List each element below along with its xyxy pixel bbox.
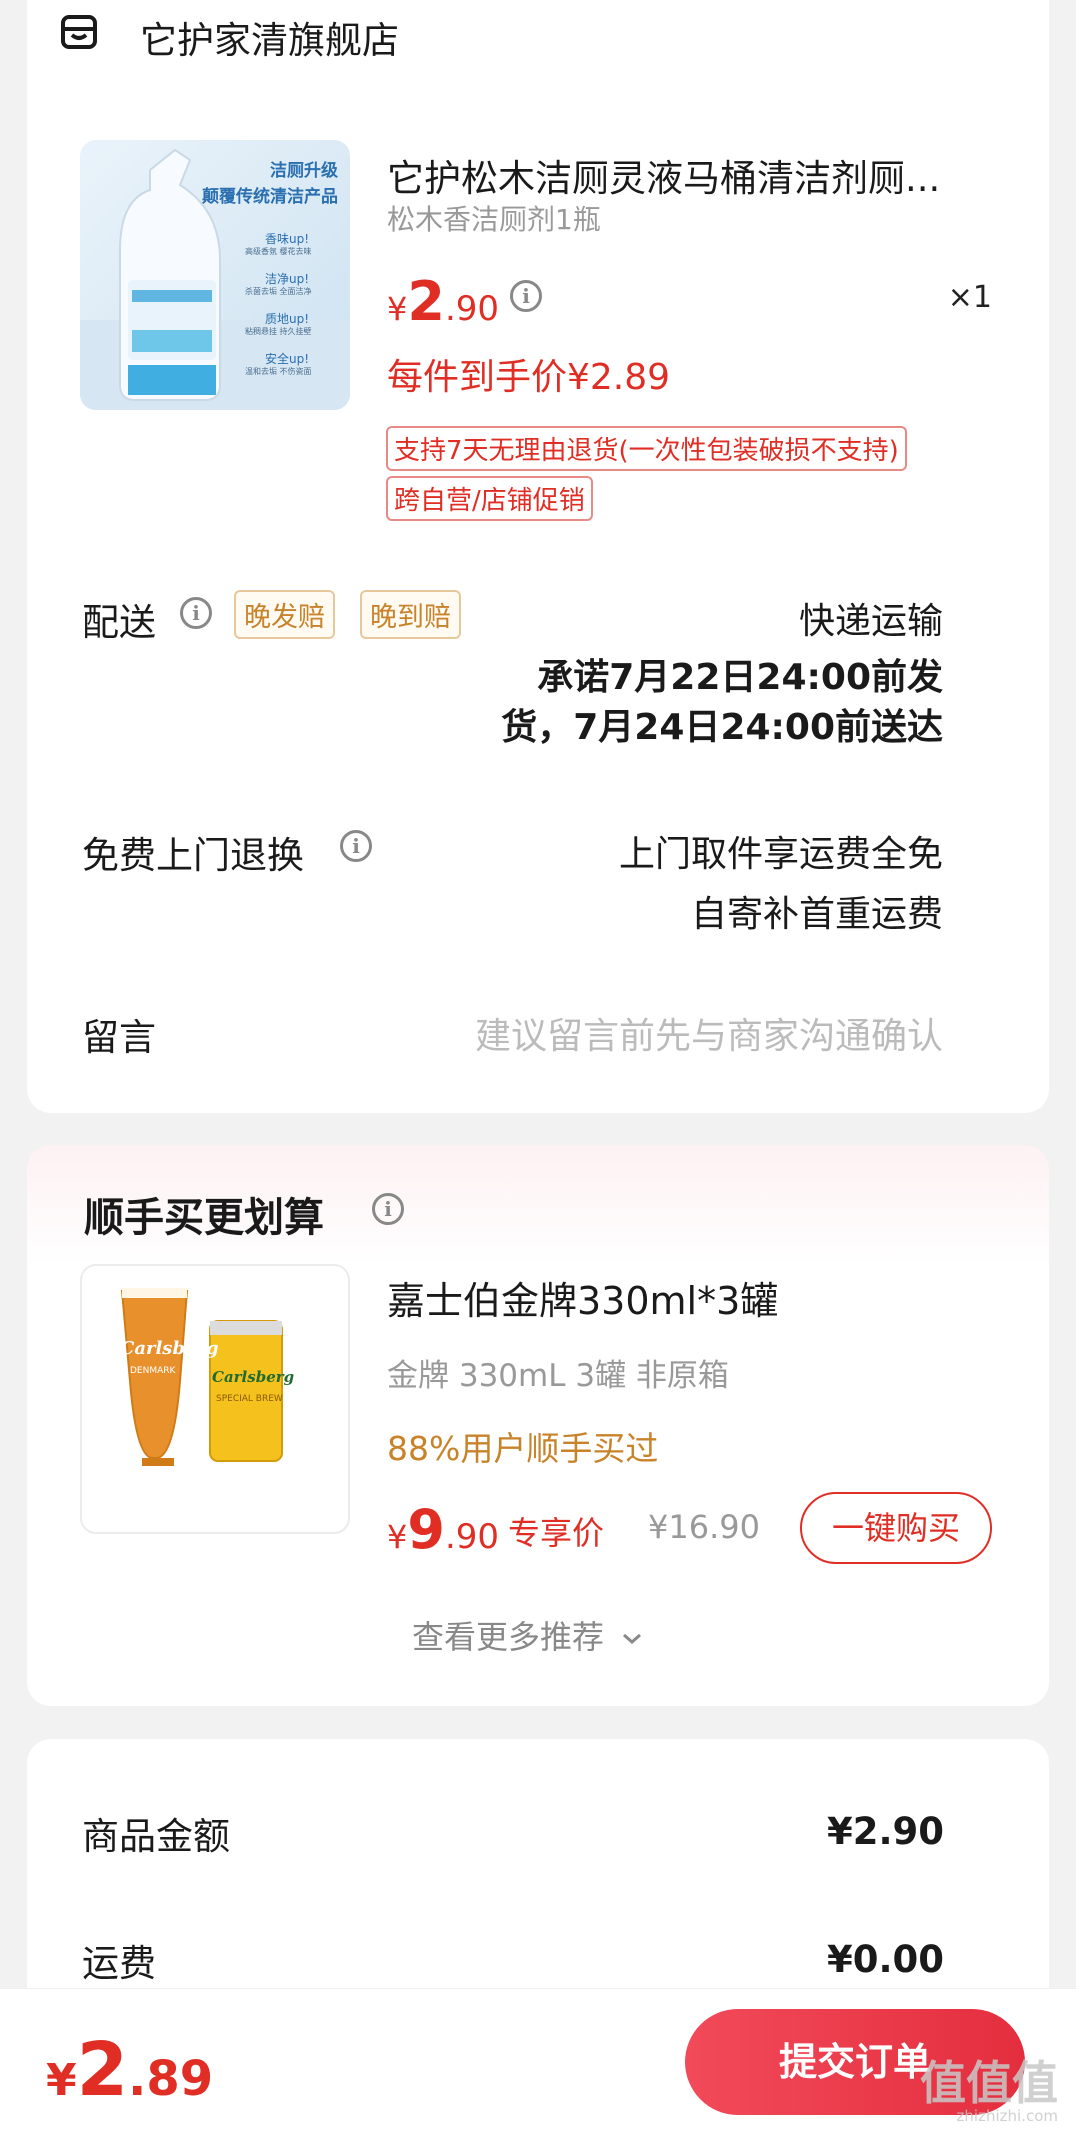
upsell-social-proof: 88%用户顺手买过 [387, 1429, 659, 1468]
upsell-price-currency: ¥ [387, 1518, 408, 1556]
upsell-spec[interactable]: 金牌 330mL 3罐 非原箱 [387, 1350, 729, 1395]
late-shipping-compensation-badge: 晚发赔 [234, 590, 335, 639]
thumb-badge-3: 质地up! [265, 312, 310, 326]
final-price: 每件到手价¥2.89 [387, 357, 671, 398]
message-input[interactable]: 建议留言前先与商家沟通确认 [475, 1007, 943, 1059]
message-label: 留言 [82, 1016, 156, 1059]
shipping-fee-label: 运费 [82, 1942, 156, 1985]
watermark-url: zhizhizhi.com [956, 2107, 1058, 2125]
thumb-badge-1: 香味up! [265, 232, 310, 246]
more-recommendations-label: 查看更多推荐 [412, 1618, 605, 1656]
upsell-title[interactable]: 嘉士伯金牌330ml*3罐 [387, 1270, 778, 1325]
more-recommendations-link[interactable]: 查看更多推荐 [412, 1612, 644, 1658]
delivery-method[interactable]: 快递运输 [799, 592, 943, 644]
thumb-headline2: 颠覆传统清洁产品 [202, 187, 338, 207]
upsell-thumbnail[interactable]: Carlsberg DENMARK Carlsberg SPECIAL BREW [80, 1264, 350, 1534]
price-currency: ¥ [387, 290, 408, 328]
beer-can-brand: Carlsberg [212, 1368, 295, 1386]
delivery-promise-line2: 货，7月24日24:00前送达 [501, 707, 943, 748]
upsell-price-integer: 9 [407, 1498, 445, 1561]
return-policy-tag: 支持7天无理由退货(一次性包装破损不支持) [386, 426, 907, 471]
upsell-price-decimal: .90 [444, 1517, 500, 1557]
watermark: 值值值 [920, 2056, 1058, 2110]
thumb-caption-1: 高级香氛 樱花去味 [245, 247, 312, 256]
total-price: ¥2.89 [46, 2027, 213, 2113]
store-icon [61, 15, 97, 49]
free-return-line2: 自寄补首重运费 [690, 894, 943, 935]
free-return-label: 免费上门退换 [82, 834, 304, 877]
price-decimal: .90 [444, 289, 500, 329]
exclusive-price-label: 专享价 [508, 1514, 605, 1552]
total-currency: ¥ [46, 2055, 77, 2106]
beer-can-text: SPECIAL BREW [216, 1394, 283, 1404]
shipping-fee-value: ¥0.00 [826, 1938, 944, 1981]
quantity: ×1 [947, 280, 992, 315]
free-return-info-icon[interactable]: i [340, 830, 372, 862]
delivery-label: 配送 [82, 601, 156, 644]
product-title[interactable]: 它护松木洁厕灵液马桶清洁剂厕... [387, 148, 987, 202]
late-arrival-compensation-badge: 晚到赔 [360, 590, 461, 639]
thumb-badge-2: 洁净up! [265, 272, 310, 286]
store-name[interactable]: 它护家清旗舰店 [140, 10, 399, 64]
thumb-caption-3: 粘稠悬挂 持久挂壁 [245, 327, 312, 336]
items-amount-value: ¥2.90 [826, 1810, 944, 1853]
price-info-icon[interactable]: i [510, 280, 542, 312]
upsell-price: ¥9.90 [387, 1498, 499, 1561]
thumb-headline1: 洁厕升级 [270, 161, 338, 181]
thumb-badge-4: 安全up! [265, 352, 310, 366]
items-amount-label: 商品金额 [82, 1815, 230, 1858]
total-decimal: .89 [128, 2051, 214, 2107]
upsell-section-title: 顺手买更划算 [84, 1195, 324, 1241]
thumb-caption-4: 温和去垢 不伤瓷面 [245, 367, 312, 376]
upsell-info-icon[interactable]: i [372, 1193, 404, 1225]
product-price: ¥2.90 [387, 270, 499, 333]
delivery-promise-line1: 承诺7月22日24:00前发 [537, 657, 943, 698]
original-price: ¥16.90 [648, 1508, 760, 1546]
total-integer: 2 [76, 2027, 129, 2113]
beer-image [120, 1288, 283, 1466]
delivery-info-icon[interactable]: i [180, 597, 212, 629]
beer-glass-brand: Carlsberg [120, 1338, 219, 1359]
chevron-down-icon [623, 1633, 642, 1644]
bottom-bar: ¥2.89 提交订单 值值值 zhizhizhi.com [0, 1988, 1076, 2139]
one-click-buy-button[interactable]: 一键购买 [800, 1492, 992, 1564]
product-spec[interactable]: 松木香洁厕剂1瓶 [387, 198, 601, 238]
product-thumbnail[interactable]: 洁厕升级 颠覆传统清洁产品 香味up! 高级香氛 樱花去味 洁净up! 杀菌去垢… [80, 140, 350, 410]
promotion-tag: 跨自营/店铺促销 [386, 476, 593, 521]
beer-glass-text: DENMARK [130, 1366, 176, 1376]
price-integer: 2 [407, 270, 445, 333]
thumb-caption-2: 杀菌去垢 全面洁净 [245, 287, 312, 296]
free-return-line1: 上门取件享运费全免 [618, 834, 943, 875]
